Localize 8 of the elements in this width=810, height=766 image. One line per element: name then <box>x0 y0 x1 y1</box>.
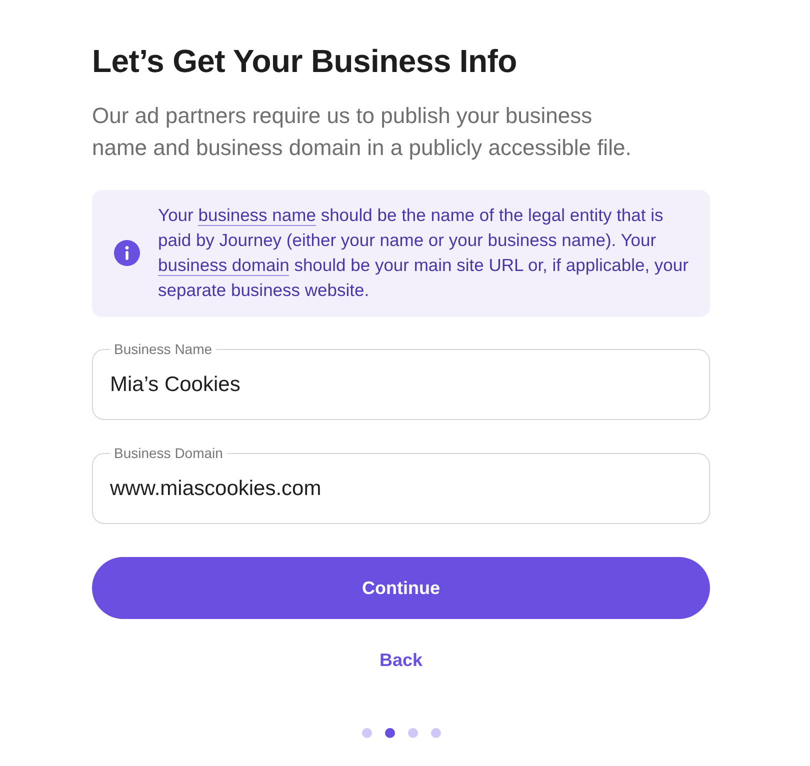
page-subtitle: Our ad partners require us to publish your business name and business domain in a publicly accessible file. <box>92 102 632 162</box>
field-label: Business Name <box>110 341 216 357</box>
field-label: Business Domain <box>110 445 227 461</box>
back-link[interactable]: Back <box>379 650 423 671</box>
info-text: Your business name should be the name of the legal entity that is paid by Journey (either your name or your business name). Your business domain should be your main site URL or, if applicable, your separate business website. <box>158 204 690 302</box>
page-title: Let’s Get Your Business Info <box>92 42 517 81</box>
info-icon <box>114 240 140 266</box>
continue-button[interactable]: Continue <box>92 557 710 619</box>
